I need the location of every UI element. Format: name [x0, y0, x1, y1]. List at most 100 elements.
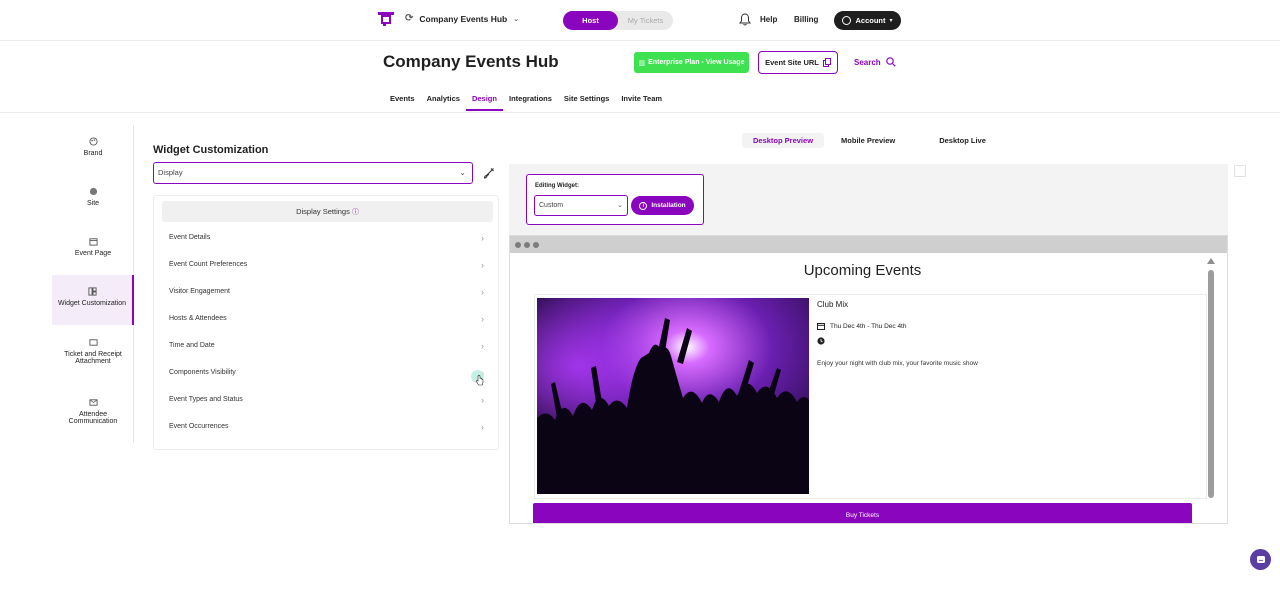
- preview-mode-tabs: Desktop Preview Mobile Preview Desktop L…: [742, 133, 1003, 148]
- top-bar: ⟳ Company Events Hub ⌄ Host My Tickets H…: [0, 0, 1280, 41]
- sidebar-item-widget-customization[interactable]: Widget Customization: [52, 275, 134, 325]
- tab-integrations[interactable]: Integrations: [503, 94, 558, 111]
- tab-desktop-live[interactable]: Desktop Live: [928, 133, 997, 148]
- settings-category-select[interactable]: Display ⌄: [153, 162, 473, 184]
- tab-site-settings[interactable]: Site Settings: [558, 94, 615, 111]
- chat-icon: [1256, 555, 1265, 563]
- chevron-down-icon: ▾: [889, 18, 893, 24]
- tab-design[interactable]: Design: [465, 94, 503, 111]
- help-link[interactable]: Help: [760, 15, 777, 24]
- tab-events[interactable]: Events: [384, 94, 421, 111]
- setting-event-details[interactable]: Event Details ›: [169, 233, 484, 243]
- chevron-right-icon: ›: [481, 395, 484, 405]
- role-host-option[interactable]: Host: [563, 11, 618, 30]
- chat-support-button[interactable]: [1250, 549, 1271, 570]
- account-label: Account: [855, 16, 886, 25]
- app-logo-icon[interactable]: [377, 11, 395, 27]
- clock-icon: [817, 337, 825, 345]
- setting-event-occurrences[interactable]: Event Occurrences ›: [169, 422, 484, 432]
- account-button[interactable]: Account ▾: [834, 11, 901, 30]
- widget-customization-title: Widget Customization: [153, 144, 269, 156]
- display-settings-card: Display Settings ⓘ Event Details › Event …: [153, 195, 499, 450]
- plan-usage-button[interactable]: ▥ Enterprise Plan - View Usage: [634, 52, 749, 73]
- event-image: [537, 298, 809, 494]
- ticket-icon: [88, 339, 98, 346]
- globe-icon: [89, 187, 97, 196]
- calendar-icon: [817, 323, 825, 330]
- sidebar-item-brand[interactable]: Brand: [52, 137, 134, 157]
- tab-invite-team[interactable]: Invite Team: [615, 94, 668, 111]
- event-card[interactable]: Club Mix Thu Dec 4th - Thu Dec 4th Enjoy…: [534, 294, 1207, 499]
- sidebar-item-label: Site: [86, 200, 100, 207]
- org-name: Company Events Hub: [419, 13, 508, 24]
- site-url-label: Event Site URL: [765, 58, 819, 67]
- sync-icon: ⟳: [405, 13, 414, 24]
- org-switcher[interactable]: ⟳ Company Events Hub ⌄: [405, 13, 519, 24]
- display-settings-header: Display Settings ⓘ: [162, 201, 493, 222]
- setting-label: Event Details: [169, 234, 211, 241]
- installation-label: Installation: [651, 202, 686, 209]
- sidebar-item-event-page[interactable]: Event Page: [52, 237, 134, 257]
- copy-icon: [822, 58, 831, 67]
- sidebar-item-label: Event Page: [74, 250, 112, 257]
- setting-label: Time and Date: [169, 342, 215, 349]
- browser-title-bar: [510, 236, 1227, 253]
- event-site-url-button[interactable]: Event Site URL: [758, 51, 838, 74]
- event-name: Club Mix: [817, 300, 849, 309]
- search-button[interactable]: Search: [854, 57, 896, 67]
- chevron-right-icon: ›: [481, 422, 484, 432]
- sidebar-item-label: Brand: [83, 150, 103, 157]
- window-dot-icon: [515, 242, 521, 248]
- page-title: Company Events Hub: [383, 52, 559, 71]
- display-settings-label: Display Settings: [296, 207, 350, 216]
- chevron-right-icon: ›: [481, 287, 484, 297]
- setting-label: Event Occurrences: [169, 423, 229, 430]
- paint-brush-icon: [483, 167, 494, 179]
- main-nav-tabs: Events Analytics Design Integrations Sit…: [384, 94, 668, 111]
- sidebar-item-label: Ticket and Receipt Attachment: [64, 351, 122, 365]
- tab-desktop-preview[interactable]: Desktop Preview: [742, 133, 825, 148]
- sidebar-item-ticket-receipt[interactable]: Ticket and Receipt Attachment: [52, 338, 134, 365]
- setting-visitor-engagement[interactable]: Visitor Engagement ›: [169, 287, 484, 297]
- role-toggle[interactable]: Host My Tickets: [563, 11, 673, 30]
- chevron-right-icon: ›: [481, 260, 484, 270]
- scrollbar-thumb[interactable]: [1208, 270, 1214, 498]
- info-icon[interactable]: ⓘ: [352, 209, 359, 216]
- role-my-tickets-option[interactable]: My Tickets: [618, 11, 673, 30]
- upcoming-events-title: Upcoming Events: [803, 262, 922, 279]
- bell-icon[interactable]: [739, 13, 751, 26]
- setting-hosts-attendees[interactable]: Hosts & Attendees ›: [169, 314, 484, 324]
- setting-label: Components Visibility: [169, 369, 236, 376]
- expand-toggle[interactable]: [1234, 165, 1246, 177]
- chevron-down-icon: ⌄: [513, 15, 520, 23]
- mail-icon: [88, 399, 98, 406]
- sidebar-item-site[interactable]: Site: [52, 187, 134, 207]
- setting-event-count-preferences[interactable]: Event Count Preferences ›: [169, 260, 484, 270]
- palette-icon: [88, 137, 98, 146]
- setting-label: Event Count Preferences: [169, 261, 248, 268]
- setting-components-visibility[interactable]: Components Visibility›: [169, 368, 484, 378]
- search-icon: [885, 57, 896, 67]
- chevron-down-icon: ⌄: [459, 168, 466, 177]
- paint-brush-button[interactable]: [478, 162, 499, 183]
- sidebar-item-attendee-communication[interactable]: Attendee Communication: [52, 398, 134, 425]
- chevron-right-icon: ›: [481, 314, 484, 324]
- installation-button[interactable]: i Installation: [631, 196, 694, 215]
- setting-label: Event Types and Status: [169, 396, 243, 403]
- scroll-up-arrow-icon[interactable]: [1207, 258, 1215, 264]
- tab-mobile-preview[interactable]: Mobile Preview: [830, 133, 906, 148]
- setting-time-and-date[interactable]: Time and Date ›: [169, 341, 484, 351]
- window-dot-icon: [533, 242, 539, 248]
- setting-event-types-status[interactable]: Event Types and Status ›: [169, 395, 484, 405]
- user-avatar-icon: [842, 16, 852, 25]
- event-description: Enjoy your night with club mix, your fav…: [817, 360, 978, 367]
- settings-category-value: Display: [158, 168, 183, 177]
- sidebar-item-label: Widget Customization: [57, 300, 127, 307]
- widget-select[interactable]: Custom ⌄: [534, 195, 628, 216]
- buy-tickets-button[interactable]: Buy Tickets: [533, 503, 1192, 523]
- event-date-row: Thu Dec 4th - Thu Dec 4th: [817, 322, 906, 330]
- billing-link[interactable]: Billing: [794, 15, 818, 24]
- setting-label: Visitor Engagement: [169, 288, 230, 295]
- tab-analytics[interactable]: Analytics: [421, 94, 466, 111]
- sidebar-item-label: Attendee Communication: [68, 411, 118, 425]
